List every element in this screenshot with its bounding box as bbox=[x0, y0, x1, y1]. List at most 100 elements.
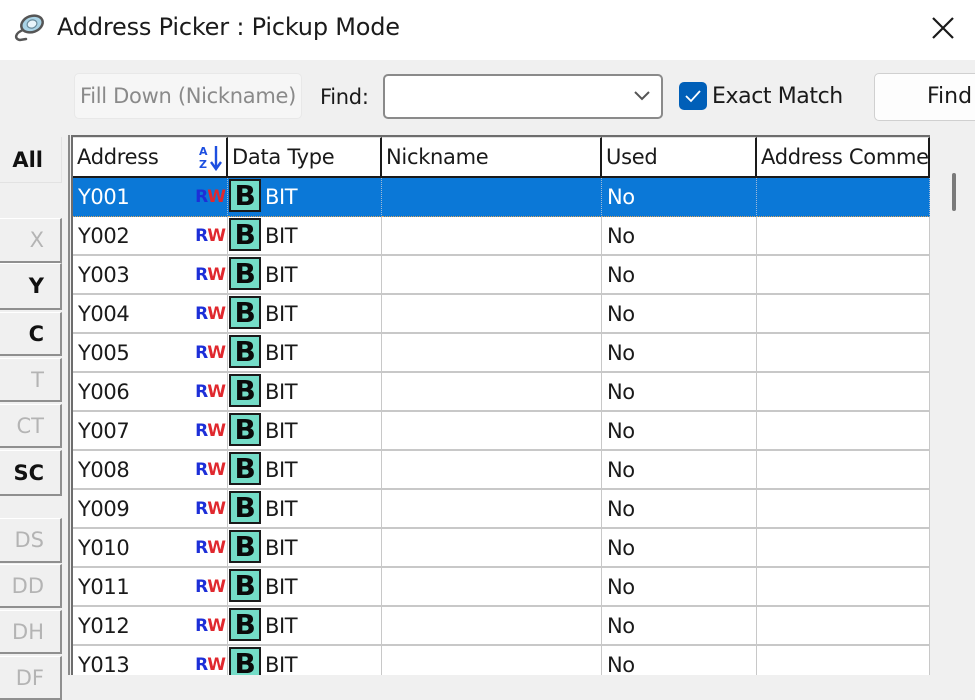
address-cell[interactable]: Y005 RW bbox=[73, 334, 228, 373]
exact-match-label[interactable]: Exact Match bbox=[712, 84, 843, 109]
data-type-cell[interactable]: B BIT bbox=[228, 256, 382, 295]
column-header-used[interactable]: Used bbox=[602, 137, 757, 178]
table-row[interactable]: Y012 RW B BIT No bbox=[73, 607, 930, 646]
address-cell[interactable]: Y012 RW bbox=[73, 607, 228, 646]
table-row[interactable]: Y007 RW B BIT No bbox=[73, 412, 930, 451]
filter-button-c[interactable]: C bbox=[0, 312, 62, 356]
address-comment-cell[interactable] bbox=[757, 568, 930, 607]
table-row[interactable]: Y010 RW B BIT No bbox=[73, 529, 930, 568]
table-row[interactable]: Y006 RW B BIT No bbox=[73, 373, 930, 412]
nickname-cell[interactable] bbox=[382, 178, 602, 217]
address-comment-cell[interactable] bbox=[757, 490, 930, 529]
address-comment-cell[interactable] bbox=[757, 334, 930, 373]
address-comment-cell[interactable] bbox=[757, 373, 930, 412]
close-button[interactable] bbox=[918, 8, 968, 48]
read-write-icon: RW bbox=[195, 226, 226, 246]
table-row[interactable]: Y011 RW B BIT No bbox=[73, 568, 930, 607]
address-cell[interactable]: Y001 RW bbox=[73, 178, 228, 217]
data-type-cell[interactable]: B BIT bbox=[228, 646, 382, 675]
filter-button-dd[interactable]: DD bbox=[0, 564, 62, 608]
nickname-cell[interactable] bbox=[382, 412, 602, 451]
address-comment-cell[interactable] bbox=[757, 646, 930, 675]
nickname-cell[interactable] bbox=[382, 607, 602, 646]
filter-button-x[interactable]: X bbox=[0, 218, 62, 263]
data-type-cell[interactable]: B BIT bbox=[228, 334, 382, 373]
address-cell[interactable]: Y006 RW bbox=[73, 373, 228, 412]
address-cell[interactable]: Y004 RW bbox=[73, 295, 228, 334]
filter-button-t[interactable]: T bbox=[0, 358, 62, 402]
table-row[interactable]: Y013 RW B BIT No bbox=[73, 646, 930, 675]
address-cell[interactable]: Y008 RW bbox=[73, 451, 228, 490]
data-type-cell[interactable]: B BIT bbox=[228, 217, 382, 256]
filter-all-button[interactable]: All bbox=[0, 137, 62, 183]
address-cell[interactable]: Y011 RW bbox=[73, 568, 228, 607]
read-write-icon: RW bbox=[195, 616, 226, 636]
fill-down-nickname-button[interactable]: Fill Down (Nickname) bbox=[74, 73, 302, 119]
filter-button-ds[interactable]: DS bbox=[0, 518, 62, 563]
address-comment-cell[interactable] bbox=[757, 607, 930, 646]
table-row[interactable]: Y002 RW B BIT No bbox=[73, 217, 930, 256]
table-row[interactable]: Y005 RW B BIT No bbox=[73, 334, 930, 373]
data-type-cell[interactable]: B BIT bbox=[228, 412, 382, 451]
nickname-cell[interactable] bbox=[382, 217, 602, 256]
data-type-cell[interactable]: B BIT bbox=[228, 607, 382, 646]
data-type-cell[interactable]: B BIT bbox=[228, 373, 382, 412]
nickname-cell[interactable] bbox=[382, 373, 602, 412]
address-comment-cell[interactable] bbox=[757, 529, 930, 568]
data-type-cell[interactable]: B BIT bbox=[228, 529, 382, 568]
exact-match-checkbox[interactable] bbox=[679, 82, 707, 110]
data-type-cell[interactable]: B BIT bbox=[228, 295, 382, 334]
find-button[interactable]: Find bbox=[874, 73, 975, 121]
used-cell: No bbox=[602, 607, 757, 646]
address-cell[interactable]: Y013 RW bbox=[73, 646, 228, 675]
column-header-nickname[interactable]: Nickname bbox=[382, 137, 602, 178]
address-comment-cell[interactable] bbox=[757, 217, 930, 256]
table-row[interactable]: Y004 RW B BIT No bbox=[73, 295, 930, 334]
table-row[interactable]: Y009 RW B BIT No bbox=[73, 490, 930, 529]
filter-button-sc[interactable]: SC bbox=[0, 450, 62, 496]
nickname-cell[interactable] bbox=[382, 295, 602, 334]
address-cell[interactable]: Y010 RW bbox=[73, 529, 228, 568]
toolbar: Fill Down (Nickname) Find: Exact Match F… bbox=[0, 60, 975, 135]
address-comment-cell[interactable] bbox=[757, 412, 930, 451]
address-comment-cell[interactable] bbox=[757, 256, 930, 295]
table-row[interactable]: Y001 RW B BIT No bbox=[73, 178, 930, 217]
nickname-cell[interactable] bbox=[382, 490, 602, 529]
filter-button-df[interactable]: DF bbox=[0, 656, 62, 700]
data-type-value: BIT bbox=[265, 458, 298, 482]
find-combobox[interactable] bbox=[383, 74, 663, 119]
data-type-cell[interactable]: B BIT bbox=[228, 490, 382, 529]
data-type-cell[interactable]: B BIT bbox=[228, 568, 382, 607]
filter-button-y[interactable]: Y bbox=[0, 263, 62, 310]
column-header-data-type[interactable]: Data Type bbox=[228, 137, 382, 178]
address-comment-cell[interactable] bbox=[757, 295, 930, 334]
filter-button-dh[interactable]: DH bbox=[0, 610, 62, 654]
nickname-cell[interactable] bbox=[382, 529, 602, 568]
data-type-cell[interactable]: B BIT bbox=[228, 178, 382, 217]
nickname-cell[interactable] bbox=[382, 451, 602, 490]
vertical-scrollbar[interactable] bbox=[930, 135, 975, 675]
address-cell[interactable]: Y003 RW bbox=[73, 256, 228, 295]
filter-button-ct[interactable]: CT bbox=[0, 404, 62, 448]
nickname-cell[interactable] bbox=[382, 568, 602, 607]
column-header-address[interactable]: Address A Z bbox=[73, 137, 228, 178]
chevron-down-icon[interactable] bbox=[633, 90, 651, 102]
bit-type-icon: B bbox=[229, 296, 261, 329]
table-row[interactable]: Y008 RW B BIT No bbox=[73, 451, 930, 490]
used-cell: No bbox=[602, 412, 757, 451]
table-row[interactable]: Y003 RW B BIT No bbox=[73, 256, 930, 295]
address-cell[interactable]: Y002 RW bbox=[73, 217, 228, 256]
address-cell[interactable]: Y009 RW bbox=[73, 490, 228, 529]
nickname-cell[interactable] bbox=[382, 334, 602, 373]
read-write-icon: RW bbox=[195, 382, 226, 402]
scrollbar-thumb[interactable] bbox=[952, 173, 956, 211]
data-type-cell[interactable]: B BIT bbox=[228, 451, 382, 490]
nickname-cell[interactable] bbox=[382, 646, 602, 675]
address-comment-cell[interactable] bbox=[757, 178, 930, 217]
column-header-address-comment[interactable]: Address Comme bbox=[757, 137, 930, 178]
nickname-cell[interactable] bbox=[382, 256, 602, 295]
address-comment-cell[interactable] bbox=[757, 451, 930, 490]
sort-az-icon[interactable]: A Z bbox=[199, 144, 223, 172]
find-input[interactable] bbox=[389, 80, 623, 114]
address-cell[interactable]: Y007 RW bbox=[73, 412, 228, 451]
